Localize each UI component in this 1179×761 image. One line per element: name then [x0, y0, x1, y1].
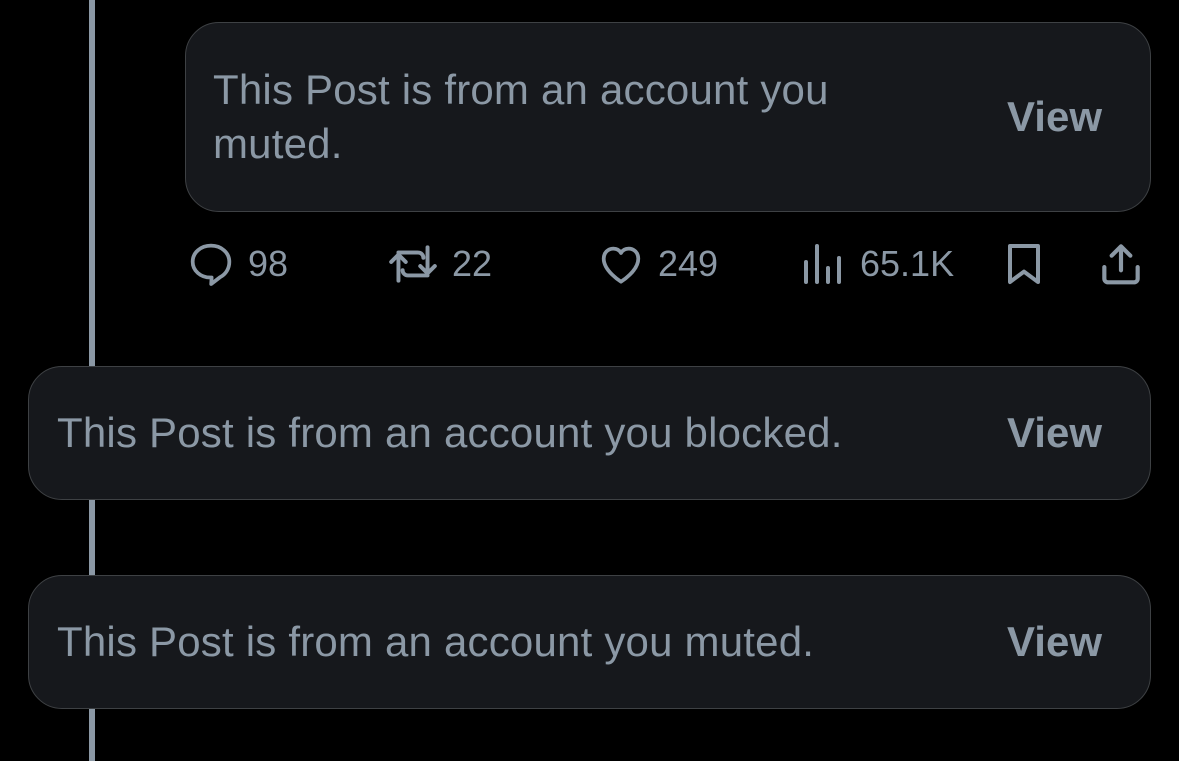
- muted-reply-view-button[interactable]: View: [1007, 93, 1102, 141]
- thread-line-middle: [89, 499, 95, 575]
- thread-line-bottom: [89, 708, 95, 761]
- bar-chart-icon: [804, 244, 841, 284]
- engagement-action-bar: 98 22 249 65.1K: [186, 236, 1150, 292]
- share-upload-icon: [1102, 244, 1140, 285]
- muted-post-view-button[interactable]: View: [1007, 618, 1102, 666]
- bookmark-icon: [1008, 244, 1040, 284]
- speech-bubble-icon: [190, 243, 232, 286]
- blocked-post-view-button[interactable]: View: [1007, 409, 1102, 457]
- repost-action[interactable]: 22: [386, 236, 492, 292]
- reply-count: 98: [248, 243, 289, 284]
- like-action[interactable]: 249: [596, 236, 718, 292]
- blocked-post-card[interactable]: This Post is from an account you blocked…: [28, 366, 1151, 500]
- thread-line-top: [89, 0, 95, 366]
- muted-post-card[interactable]: This Post is from an account you muted. …: [28, 575, 1151, 709]
- views-count: 65.1K: [860, 243, 955, 284]
- repost-count: 22: [452, 243, 493, 284]
- views-action[interactable]: 65.1K: [800, 236, 954, 292]
- muted-reply-card[interactable]: This Post is from an account you muted. …: [185, 22, 1151, 212]
- muted-post-notice-text: This Post is from an account you muted.: [57, 618, 815, 665]
- muted-reply-notice-text: This Post is from an account you muted.: [213, 66, 829, 167]
- like-count: 249: [658, 243, 719, 284]
- reply-action[interactable]: 98: [186, 236, 288, 292]
- share-action[interactable]: [1096, 236, 1146, 292]
- blocked-post-notice-text: This Post is from an account you blocked…: [57, 409, 843, 456]
- heart-icon: [601, 246, 641, 284]
- repost-arrows-icon: [389, 245, 437, 283]
- bookmark-action[interactable]: [1000, 236, 1048, 292]
